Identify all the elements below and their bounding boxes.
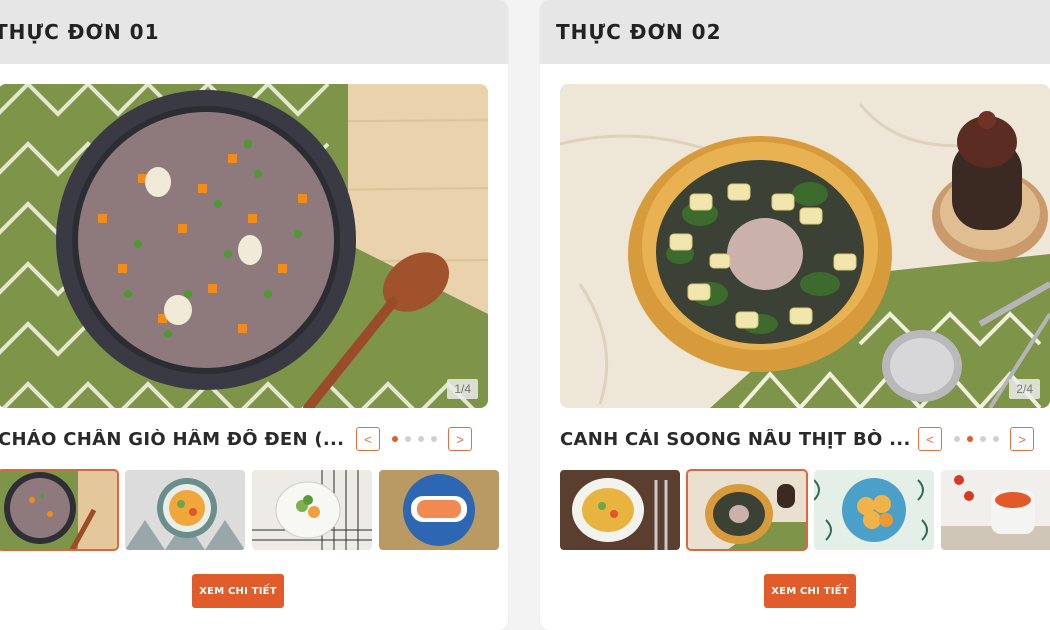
slide-dots: [380, 436, 448, 442]
dish-info-row: CHÁO CHÂN GIÒ HẦM ĐỖ ĐEN (... < >: [0, 426, 508, 452]
view-details-button[interactable]: XEM CHI TIẾT: [764, 574, 856, 608]
slide-counter: 2/4: [1009, 379, 1040, 399]
menu-title: THỰC ĐƠN 02: [556, 20, 722, 44]
thumbnail-4[interactable]: [379, 470, 499, 550]
thumbnail-strip: [0, 469, 499, 551]
slide-dot-4[interactable]: [430, 436, 437, 442]
menu-card-01: THỰC ĐƠN 01 1/4 CHÁO CHÂN GIÒ HẦM ĐỖ ĐEN…: [0, 0, 508, 630]
card-header: THỰC ĐƠN 02: [540, 0, 1050, 64]
slide-dots: [942, 436, 1010, 442]
slide-dot-4[interactable]: [992, 436, 999, 442]
slide-dot-2[interactable]: [966, 436, 973, 442]
card-header: THỰC ĐƠN 01: [0, 0, 508, 64]
thumbnail-1[interactable]: [560, 470, 680, 550]
slide-dot-2[interactable]: [404, 436, 411, 442]
slide-counter: 1/4: [447, 379, 478, 399]
thumbnail-2[interactable]: [125, 470, 245, 550]
view-details-button[interactable]: XEM CHI TIẾT: [192, 574, 284, 608]
slide-dot-1[interactable]: [953, 436, 960, 442]
main-dish-photo[interactable]: 1/4: [0, 84, 488, 408]
thumbnail-strip: [560, 469, 1050, 551]
thumbnail-3[interactable]: [252, 470, 372, 550]
menu-card-02: THỰC ĐƠN 02 2/4 CANH CẢI SOONG NẤU THỊT …: [540, 0, 1050, 630]
thumbnail-2[interactable]: [686, 469, 808, 551]
slide-dot-1[interactable]: [391, 436, 398, 442]
next-slide-button[interactable]: >: [448, 427, 472, 451]
menu-title: THỰC ĐƠN 01: [0, 20, 160, 44]
dish-info-row: CANH CẢI SOONG NẤU THỊT BÒ ... < >: [560, 426, 1050, 452]
thumbnail-1[interactable]: [0, 469, 119, 551]
dish-name[interactable]: CANH CẢI SOONG NẤU THỊT BÒ ...: [560, 429, 918, 450]
thumbnail-3[interactable]: [814, 470, 934, 550]
next-slide-button[interactable]: >: [1010, 427, 1034, 451]
dish-name[interactable]: CHÁO CHÂN GIÒ HẦM ĐỖ ĐEN (...: [0, 429, 356, 450]
slide-dot-3[interactable]: [979, 436, 986, 442]
main-dish-photo[interactable]: 2/4: [560, 84, 1050, 408]
menu-carousel-page: THỰC ĐƠN 01 1/4 CHÁO CHÂN GIÒ HẦM ĐỖ ĐEN…: [0, 0, 1050, 630]
prev-slide-button[interactable]: <: [356, 427, 380, 451]
prev-slide-button[interactable]: <: [918, 427, 942, 451]
slide-dot-3[interactable]: [417, 436, 424, 442]
thumbnail-4[interactable]: [941, 470, 1050, 550]
